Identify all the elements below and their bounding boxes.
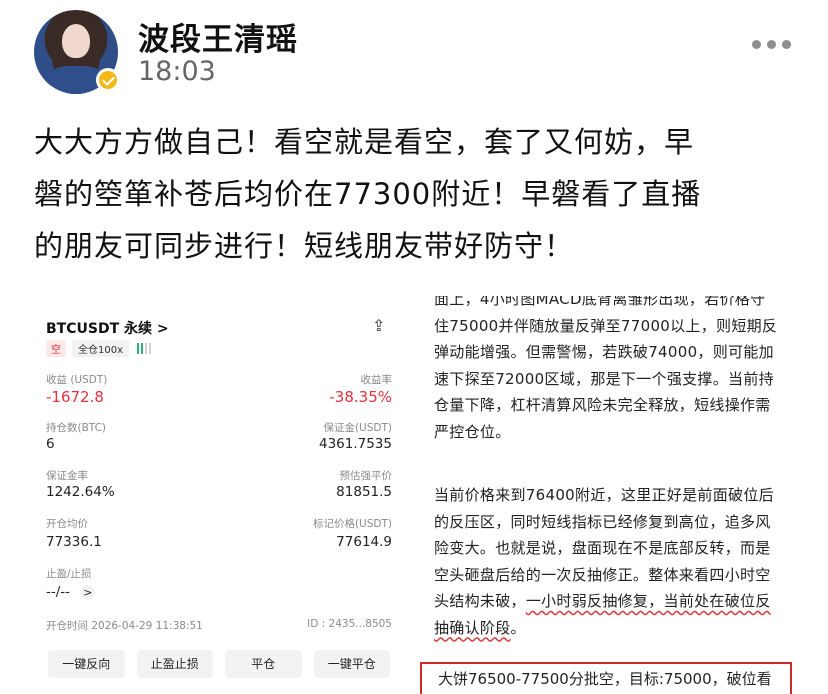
post-text: 大大方方做自己！看空就是看空，套了又何妨，早 磐的箜箪补苍后均价在77300附近… [34,116,794,272]
tpsl-button[interactable]: 止盈止损 [136,650,213,678]
analysis-line: 速下探至72000区域，那是下一个强支撑。当前持 [434,369,774,388]
share-icon: ⇪ [372,316,386,335]
entry-label: 开仓均价 [46,518,88,530]
liq-value: 81851.5 [336,484,392,500]
open-time: 开仓时间 2026-04-29 11:38:51 [46,620,203,632]
leverage-badge: 全仓100x [72,340,130,357]
more-options-icon[interactable] [752,36,796,52]
margin-ratio-value: 1242.64% [46,484,115,500]
pnl-value: -1672.8 [46,388,104,406]
avatar-face [62,24,90,58]
mark-value: 77614.9 [336,534,392,550]
liq-label: 预估强平价 [339,470,393,482]
analysis-image[interactable]: 面上，4小时图MACD底背离雏形出现，若价格守 住75000并伴随放量反弹至77… [412,296,804,694]
analysis-line: 仓量下降，杠杆清算风险未完全释放，短线操作需 [434,396,771,414]
post-line: 大大方方做自己！看空就是看空，套了又何妨，早 [34,125,695,159]
mark-label: 标记价格(USDT) [312,518,392,530]
pnl-label: 收益 (USDT) [46,374,108,386]
margin-label: 保证金(USDT) [323,422,392,434]
position-tags: 空 全仓100x [46,340,152,357]
underlined-text: 抽确认阶段 [434,618,511,637]
size-label: 持仓数(BTC) [46,422,107,434]
close-all-button[interactable]: 一键平仓 [313,650,390,678]
post-line: 磐的箜箪补苍后均价在77300附近！早磐看了直播 [34,177,702,211]
side-badge: 空 [46,340,66,357]
analysis-line: 险变大。也就是说，盘面现在不是底部反转，而是 [434,539,771,557]
tpsl-chevron-icon[interactable]: > [80,585,96,600]
symbol-title: BTCUSDT 永续 > [46,321,169,337]
analysis-line: 抽确认阶段。 [434,615,774,642]
analysis-line: 住75000并伴随放量反弹至77000以上，则短期反 [434,316,778,335]
post-line: 的朋友可同步进行！短线朋友带好防守！ [34,229,575,263]
analysis-line: 弹动能增强。但需警惕，若跌破74000，则可能加 [434,343,774,361]
reverse-button[interactable]: 一键反向 [48,650,125,678]
analysis-line: 当前价格来到76400附近，这里正好是前面破位后 [434,486,774,504]
position-id: ID : 2435...8505 [307,618,392,630]
analysis-line: 面上，4小时图MACD底背离雏形出现，若价格守 [434,296,766,308]
position-card-image[interactable]: BTCUSDT 永续 > ⇪ 空 全仓100x 收益 (USDT) 收益率 -1… [28,296,398,694]
highlight-box: 大饼76500-77500分批空，目标:75000，破位看 [420,662,792,694]
action-buttons: 一键反向 止盈止损 平仓 一键平仓 [48,650,390,678]
tpsl-value[interactable]: --/-- > [46,584,96,600]
margin-ratio-label: 保证金率 [46,470,88,482]
verified-badge-icon [96,68,120,92]
boxed-text: 大饼76500-77500分批空，目标:75000，破位看 [438,670,772,688]
analysis-para-2: 当前价格来到76400附近，这里正好是前面破位后 的反压区，同时短线指标已经修复… [434,482,774,641]
underlined-text: 一小时弱反抽修复，当前处在破位反 [525,592,771,610]
post-time: 18:03 [138,56,216,87]
margin-value: 4361.7535 [318,436,392,452]
analysis-line: 严控仓位。 [434,422,511,441]
analysis-line: 的反压区，同时短线指标已经修复到高位，追多风 [434,512,771,531]
roi-value: -38.35% [329,388,392,406]
risk-bars-icon [137,343,152,354]
author-name[interactable]: 波段王清瑶 [138,14,298,59]
tpsl-label: 止盈/止损 [46,568,92,580]
roi-label: 收益率 [360,374,393,386]
entry-value: 77336.1 [46,534,102,550]
analysis-para-1: 面上，4小时图MACD底背离雏形出现，若价格守 住75000并伴随放量反弹至77… [434,296,778,445]
analysis-line: 头结构未破，一小时弱反抽修复，当前处在破位反 [434,588,774,615]
analysis-line: 空头砸盘后给的一次反抽修正。整体来看四小时空 [434,565,771,584]
analysis-text: 头结构未破， [434,592,526,610]
analysis-text: 。 [510,618,526,637]
size-value: 6 [46,436,55,452]
close-button[interactable]: 平仓 [225,650,302,678]
